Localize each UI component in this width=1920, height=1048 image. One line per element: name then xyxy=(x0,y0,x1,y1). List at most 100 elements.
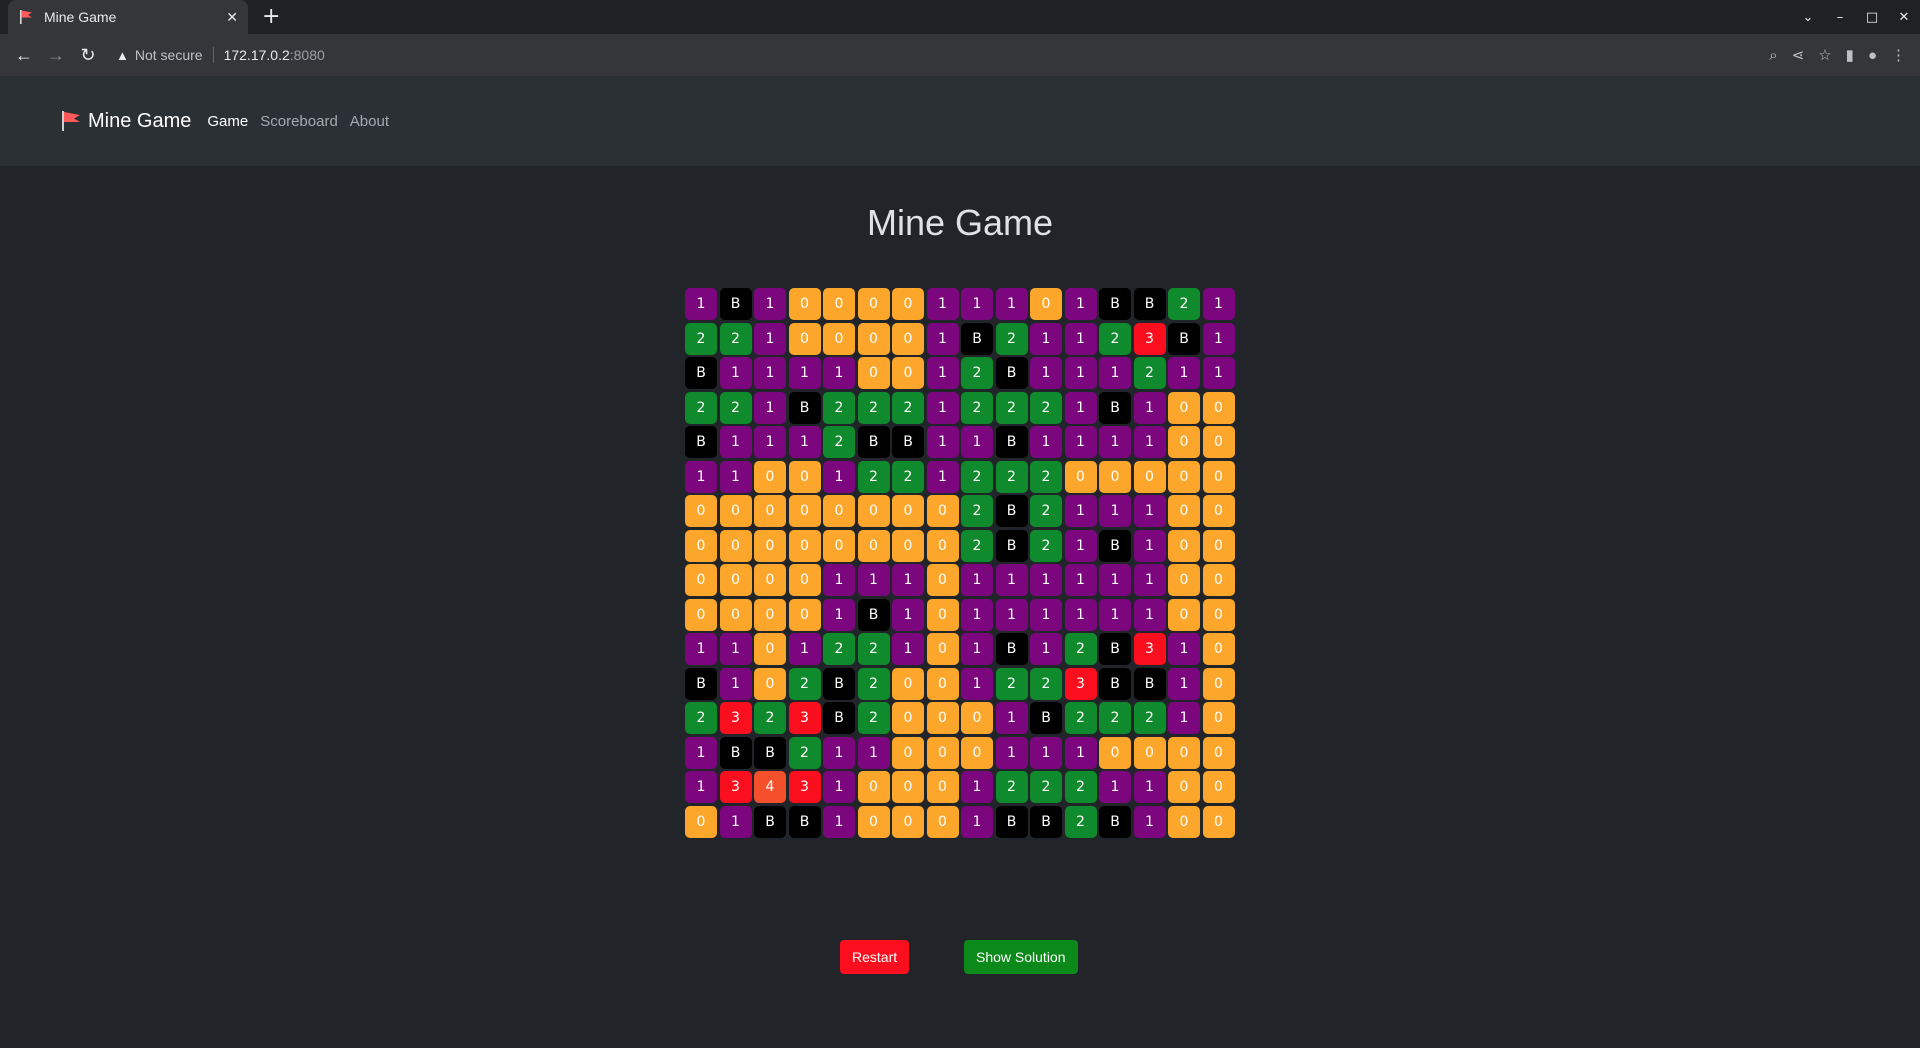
board-cell[interactable]: 0 xyxy=(857,322,890,355)
board-cell[interactable]: 2 xyxy=(995,460,1028,493)
board-cell[interactable]: 0 xyxy=(788,288,821,320)
board-cell[interactable]: 1 xyxy=(1064,598,1097,631)
bomb-cell[interactable]: B xyxy=(754,736,786,769)
board-cell[interactable]: 1 xyxy=(961,564,993,596)
board-cell[interactable]: 1 xyxy=(995,736,1028,769)
board-cell[interactable]: 3 xyxy=(1064,667,1097,700)
board-cell[interactable]: 1 xyxy=(685,736,717,769)
board-cell[interactable]: 2 xyxy=(685,702,717,734)
board-cell[interactable]: 0 xyxy=(788,529,821,562)
board-cell[interactable]: 0 xyxy=(754,529,786,562)
tab-search-icon[interactable]: ⌄ xyxy=(1792,10,1824,25)
board-cell[interactable]: 0 xyxy=(961,736,993,769)
board-cell[interactable]: 1 xyxy=(788,426,821,458)
bomb-cell[interactable]: B xyxy=(995,495,1028,527)
board-cell[interactable]: 0 xyxy=(857,357,890,389)
maximize-icon[interactable]: □ xyxy=(1856,10,1888,25)
bomb-cell[interactable]: B xyxy=(719,736,752,769)
board-cell[interactable]: 0 xyxy=(892,805,924,838)
board-cell[interactable]: 1 xyxy=(788,357,821,389)
share-icon[interactable]: ⋖ xyxy=(1792,46,1805,64)
board-cell[interactable]: 1 xyxy=(1133,771,1166,803)
board-cell[interactable]: 1 xyxy=(823,736,855,769)
board-cell[interactable]: 1 xyxy=(1133,529,1166,562)
board-cell[interactable]: 1 xyxy=(1099,771,1131,803)
board-cell[interactable]: 1 xyxy=(1133,426,1166,458)
board-cell[interactable]: 2 xyxy=(823,633,855,665)
board-cell[interactable]: 1 xyxy=(1030,736,1062,769)
board-cell[interactable]: 0 xyxy=(685,598,717,631)
board-cell[interactable]: 2 xyxy=(961,391,993,424)
bomb-cell[interactable]: B xyxy=(1099,633,1131,665)
board-cell[interactable]: 2 xyxy=(961,460,993,493)
menu-icon[interactable]: ⋮ xyxy=(1891,46,1906,64)
board-cell[interactable]: 0 xyxy=(1168,391,1200,424)
address-bar[interactable]: ▲ Not secure 172.17.0.2:8080 xyxy=(116,38,325,72)
board-cell[interactable]: 0 xyxy=(1168,460,1200,493)
board-cell[interactable]: 0 xyxy=(1202,391,1235,424)
board-cell[interactable]: 0 xyxy=(788,564,821,596)
board-cell[interactable]: 0 xyxy=(892,529,924,562)
board-cell[interactable]: 1 xyxy=(892,564,924,596)
board-cell[interactable]: 0 xyxy=(926,495,959,527)
board-cell[interactable]: 1 xyxy=(1064,322,1097,355)
board-cell[interactable]: 2 xyxy=(961,529,993,562)
board-cell[interactable]: 3 xyxy=(788,702,821,734)
board-cell[interactable]: 1 xyxy=(1133,564,1166,596)
board-cell[interactable]: 2 xyxy=(1064,805,1097,838)
board-cell[interactable]: 1 xyxy=(926,391,959,424)
board-cell[interactable]: 2 xyxy=(1064,702,1097,734)
bomb-cell[interactable]: B xyxy=(1030,702,1062,734)
board-cell[interactable]: 1 xyxy=(1030,322,1062,355)
board-cell[interactable]: 0 xyxy=(754,667,786,700)
board-cell[interactable]: 2 xyxy=(1030,391,1062,424)
board-cell[interactable]: 1 xyxy=(857,564,890,596)
board-cell[interactable]: 0 xyxy=(719,529,752,562)
board-cell[interactable]: 2 xyxy=(1030,460,1062,493)
board-cell[interactable]: 1 xyxy=(1133,598,1166,631)
board-cell[interactable]: 1 xyxy=(719,357,752,389)
board-cell[interactable]: 3 xyxy=(1133,322,1166,355)
not-secure-label[interactable]: Not secure xyxy=(135,47,214,63)
board-cell[interactable]: 1 xyxy=(719,426,752,458)
board-cell[interactable]: 1 xyxy=(1030,357,1062,389)
board-cell[interactable]: 0 xyxy=(1202,736,1235,769)
board-cell[interactable]: 1 xyxy=(1133,805,1166,838)
board-cell[interactable]: 1 xyxy=(961,426,993,458)
restart-button[interactable]: Restart xyxy=(840,940,910,974)
board-cell[interactable]: 0 xyxy=(1168,805,1200,838)
board-cell[interactable]: 0 xyxy=(892,771,924,803)
board-cell[interactable]: 2 xyxy=(857,460,890,493)
board-cell[interactable]: 0 xyxy=(1202,460,1235,493)
board-cell[interactable]: 0 xyxy=(1202,667,1235,700)
board-cell[interactable]: 1 xyxy=(961,633,993,665)
board-cell[interactable]: 1 xyxy=(1202,322,1235,355)
bomb-cell[interactable]: B xyxy=(754,805,786,838)
board-cell[interactable]: 0 xyxy=(857,805,890,838)
board-cell[interactable]: 0 xyxy=(685,529,717,562)
board-cell[interactable]: 1 xyxy=(1168,667,1200,700)
board-cell[interactable]: 1 xyxy=(1030,564,1062,596)
board-cell[interactable]: 1 xyxy=(961,598,993,631)
board-cell[interactable]: 0 xyxy=(1202,805,1235,838)
show-solution-button[interactable]: Show Solution xyxy=(964,940,1078,974)
board-cell[interactable]: 0 xyxy=(926,771,959,803)
board-cell[interactable]: 0 xyxy=(1202,598,1235,631)
board-cell[interactable]: 2 xyxy=(1133,357,1166,389)
board-cell[interactable]: 1 xyxy=(1064,495,1097,527)
board-cell[interactable]: 1 xyxy=(754,391,786,424)
board-cell[interactable]: 2 xyxy=(857,667,890,700)
board-cell[interactable]: 0 xyxy=(754,564,786,596)
board-cell[interactable]: 2 xyxy=(788,736,821,769)
board-cell[interactable]: 0 xyxy=(926,564,959,596)
board-cell[interactable]: 0 xyxy=(719,598,752,631)
board-cell[interactable]: 3 xyxy=(719,702,752,734)
board-cell[interactable]: 1 xyxy=(1064,391,1097,424)
window-close-icon[interactable]: ✕ xyxy=(1888,10,1920,25)
board-cell[interactable]: 0 xyxy=(1202,495,1235,527)
board-cell[interactable]: 1 xyxy=(1168,702,1200,734)
board-cell[interactable]: 0 xyxy=(1168,598,1200,631)
zoom-icon[interactable]: ⌕ xyxy=(1769,47,1777,64)
board-cell[interactable]: 2 xyxy=(823,426,855,458)
board-cell[interactable]: 0 xyxy=(926,667,959,700)
